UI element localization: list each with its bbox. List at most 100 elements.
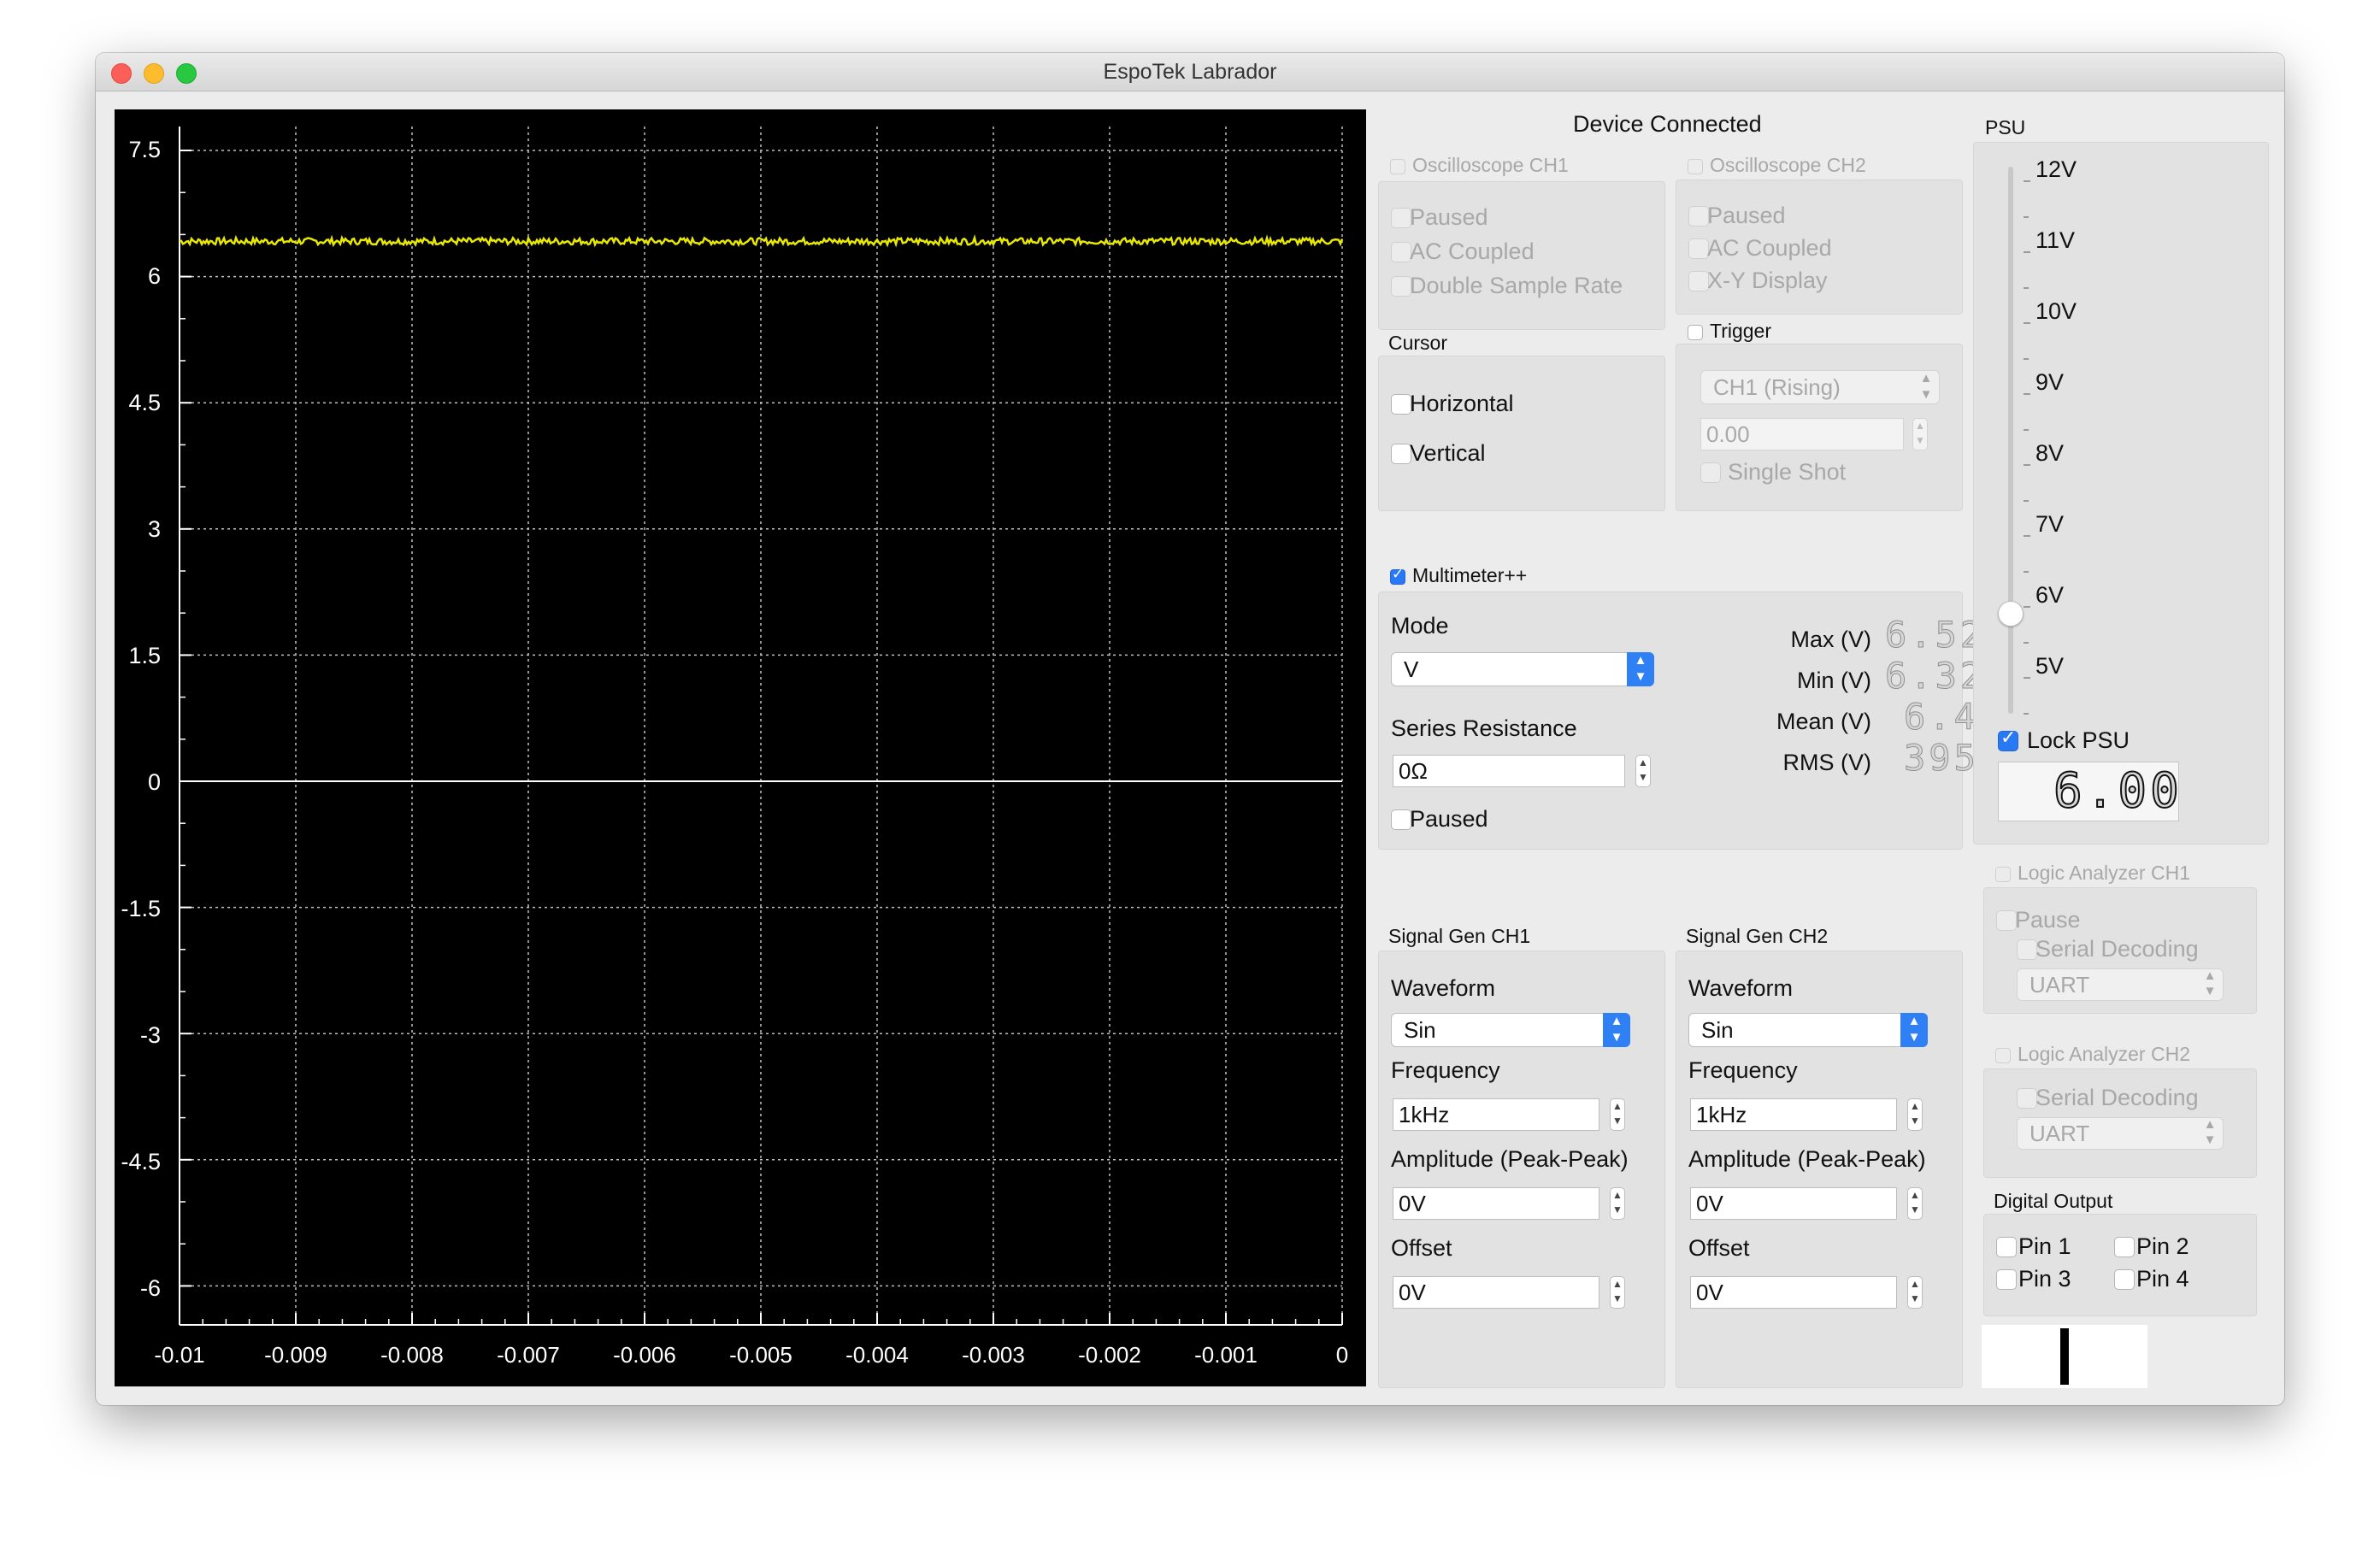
siggen2-frequency-label: Frequency	[1688, 1057, 1798, 1083]
lock-psu-checkbox[interactable]	[1998, 727, 2018, 751]
select-chevron-icon: ▲ ▼	[2203, 968, 2217, 998]
psu-slider-tick	[2024, 251, 2030, 253]
siggen1-amplitude-stepper[interactable]: ▲ ▼	[1610, 1187, 1625, 1220]
max-label: Max (V)	[1790, 627, 1872, 652]
multimeter-title: Multimeter++	[1412, 564, 1528, 586]
osc-ch1-group: Paused AC Coupled Double Sample Rate	[1378, 181, 1665, 330]
series-resistance-stepper[interactable]: ▲ ▼	[1635, 755, 1651, 787]
multimeter-paused-label: Paused	[1410, 806, 1488, 832]
siggen2-offset-stepper[interactable]: ▲ ▼	[1907, 1276, 1923, 1309]
rms-display: 395	[1904, 737, 1979, 779]
pin4-checkbox[interactable]	[2114, 1269, 2135, 1290]
logic1-protocol-select[interactable]: UART ▲ ▼	[2017, 968, 2224, 1001]
y-tick-label: 7.5	[128, 137, 161, 162]
osc-ch2-group: Paused AC Coupled X-Y Display	[1676, 180, 1963, 315]
psu-tick-label: 9V	[2035, 369, 2065, 395]
multimeter-paused-checkbox[interactable]	[1391, 809, 1411, 830]
cursor-vertical-checkbox[interactable]	[1391, 444, 1411, 464]
rms-label: RMS (V)	[1782, 750, 1872, 775]
psu-slider-track[interactable]	[2008, 167, 2013, 714]
osc-ch2-ac-checkbox[interactable]	[1688, 238, 1709, 259]
logic1-enable-checkbox[interactable]	[1995, 867, 2011, 882]
logic1-pause-checkbox[interactable]	[1996, 910, 2017, 931]
siggen1-frequency-stepper[interactable]: ▲ ▼	[1610, 1098, 1625, 1131]
siggen1-offset-field[interactable]: 0V	[1393, 1276, 1599, 1309]
siggen1-offset-stepper[interactable]: ▲ ▼	[1610, 1276, 1625, 1309]
siggen2-offset-field[interactable]: 0V	[1690, 1276, 1897, 1309]
cursor-horizontal-checkbox[interactable]	[1391, 394, 1411, 415]
scope-canvas	[179, 127, 1344, 1326]
siggen2-waveform-select[interactable]: Sin ▲ ▼	[1688, 1013, 1928, 1047]
series-resistance-field[interactable]: 0Ω	[1393, 755, 1625, 787]
psu-slider-tick	[2024, 464, 2030, 466]
x-tick-label: -0.007	[497, 1342, 560, 1368]
osc-ch1-enable-checkbox[interactable]	[1390, 159, 1405, 174]
siggen1-waveform-select[interactable]: Sin ▲ ▼	[1391, 1013, 1630, 1047]
logic2-serial-checkbox[interactable]	[2017, 1088, 2037, 1109]
osc-ch2-xy-checkbox[interactable]	[1688, 271, 1709, 291]
logic1-serial-checkbox[interactable]	[2017, 939, 2037, 960]
trigger-level-stepper[interactable]: ▲ ▼	[1912, 418, 1928, 450]
cursor-vertical-label: Vertical	[1410, 440, 1486, 466]
mean-label: Mean (V)	[1776, 709, 1871, 734]
pin3-checkbox[interactable]	[1996, 1269, 2017, 1290]
osc-ch1-paused-label: Paused	[1410, 204, 1488, 230]
osc-ch1-ac-label: AC Coupled	[1410, 238, 1535, 264]
mean-display: 6.4	[1904, 696, 1979, 738]
osc-ch1-ac-checkbox[interactable]	[1391, 242, 1411, 262]
siggen2-amplitude-label: Amplitude (Peak-Peak)	[1688, 1146, 1926, 1172]
pin2-checkbox[interactable]	[2114, 1237, 2135, 1257]
siggen2-waveform-label: Waveform	[1688, 975, 1794, 1001]
logic2-enable-checkbox[interactable]	[1995, 1048, 2011, 1063]
trigger-enable-checkbox[interactable]	[1688, 325, 1703, 340]
psu-display: 6.00	[1998, 762, 2180, 821]
siggen2-waveform-value: Sin	[1701, 1017, 1734, 1043]
psu-slider-tick	[2024, 322, 2030, 324]
siggen1-frequency-field[interactable]: 1kHz	[1393, 1098, 1599, 1131]
siggen1-amplitude-label: Amplitude (Peak-Peak)	[1391, 1146, 1629, 1172]
siggen2-amplitude-field[interactable]: 0V	[1690, 1187, 1897, 1220]
logic2-serial-label: Serial Decoding	[2035, 1085, 2199, 1110]
min-display: 6.32	[1884, 655, 1986, 697]
osc-ch1-paused-checkbox[interactable]	[1391, 208, 1411, 228]
title-bar: EspoTek Labrador	[96, 53, 2284, 91]
siggen2-frequency-stepper[interactable]: ▲ ▼	[1907, 1098, 1923, 1131]
psu-slider-handle[interactable]	[1998, 601, 2024, 627]
psu-slider-tick	[2024, 606, 2030, 608]
logic2-protocol-select[interactable]: UART ▲ ▼	[2017, 1117, 2224, 1150]
y-tick-label: 4.5	[128, 390, 161, 415]
trigger-source-value: CH1 (Rising)	[1713, 374, 1841, 400]
select-chevron-icon: ▲ ▼	[1919, 371, 1933, 402]
siggen1-waveform-label: Waveform	[1391, 975, 1496, 1001]
psu-slider-tick	[2024, 677, 2030, 679]
psu-tick-label: 10V	[2035, 298, 2077, 324]
multimeter-mode-select[interactable]: V ▲ ▼	[1391, 652, 1654, 686]
pin4-label: Pin 4	[2136, 1266, 2189, 1292]
x-tick-label: -0.004	[845, 1342, 909, 1368]
trigger-single-shot-checkbox[interactable]	[1700, 462, 1721, 483]
oscilloscope-plot[interactable]: 7.5 6 4.5 3 1.5 0 -1.5 -3 -4.5 -6 -0.01 …	[115, 109, 1366, 1386]
pin1-checkbox[interactable]	[1996, 1237, 2017, 1257]
osc-ch2-enable-checkbox[interactable]	[1688, 159, 1703, 174]
psu-slider-tick	[2024, 570, 2029, 573]
osc-ch1-double-rate-checkbox[interactable]	[1391, 276, 1411, 297]
psu-slider-tick	[2024, 180, 2030, 182]
multimeter-enable-checkbox[interactable]	[1390, 566, 1405, 585]
siggen1-amplitude-field[interactable]: 0V	[1393, 1187, 1599, 1220]
trigger-level-field[interactable]: 0.00	[1700, 418, 1904, 450]
psu-tick-label: 11V	[2035, 227, 2076, 253]
select-chevron-icon: ▲ ▼	[1900, 1013, 1928, 1047]
siggen2-amplitude-stepper[interactable]: ▲ ▼	[1907, 1187, 1923, 1220]
logic1-title: Logic Analyzer CH1	[2018, 862, 2190, 884]
digital-output-group: Pin 1 Pin 2 Pin 3 Pin 4	[1983, 1214, 2257, 1316]
trigger-title: Trigger	[1710, 320, 1771, 342]
psu-slider-tick	[2024, 215, 2029, 218]
psu-group: 12V 11V 10V 9V 8V 7V 6V 5V Lock PSU 6.00	[1973, 142, 2269, 845]
trigger-source-select[interactable]: CH1 (Rising) ▲ ▼	[1700, 370, 1940, 404]
y-tick-label: -6	[139, 1275, 161, 1301]
psu-tick-label: 7V	[2035, 511, 2065, 537]
osc-ch2-paused-checkbox[interactable]	[1688, 206, 1709, 227]
psu-slider-tick	[2024, 499, 2029, 502]
app-window: EspoTek Labrador 7.5 6 4.5 3 1.5 0 -1.5 …	[96, 53, 2284, 1405]
siggen2-frequency-field[interactable]: 1kHz	[1690, 1098, 1897, 1131]
